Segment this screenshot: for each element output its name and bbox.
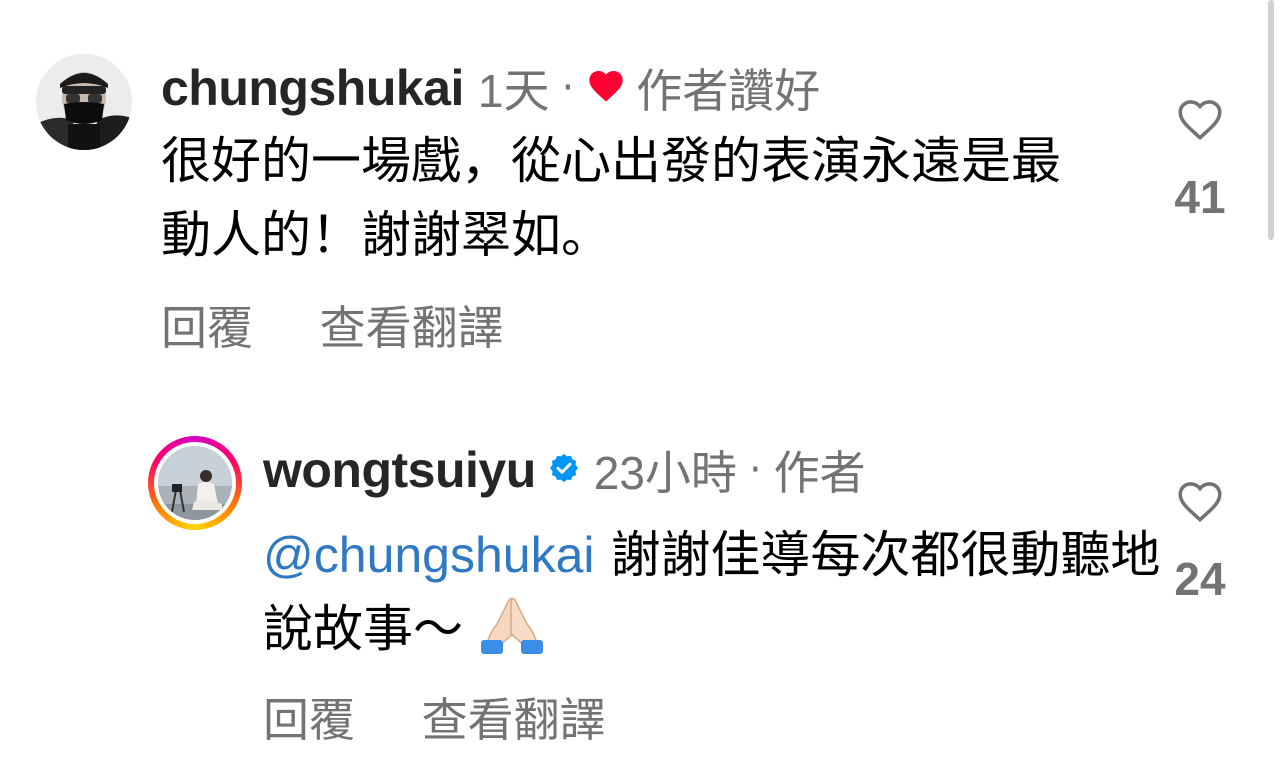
timestamp: 1天 — [477, 65, 550, 117]
separator: · — [748, 447, 762, 493]
heart-outline-icon[interactable] — [1175, 478, 1225, 524]
timestamp: 23小時 — [593, 447, 737, 499]
like-count: 41 — [1174, 171, 1226, 223]
username[interactable]: chungshukai — [161, 59, 464, 117]
heart-outline-icon[interactable] — [1175, 96, 1225, 142]
story-ring-avatar[interactable] — [148, 436, 242, 530]
comments-screen: chungshukai 1天 · 作者讚好 很好的一場戲，從心出發的表演永遠是最… — [0, 0, 1284, 780]
author-label: 作者 — [773, 447, 866, 499]
username[interactable]: wongtsuiyu — [263, 441, 536, 499]
heart-filled-icon — [586, 66, 626, 106]
comment-actions: 回覆 查看翻譯 — [161, 292, 556, 358]
like-count: 24 — [1174, 553, 1226, 605]
scrollbar[interactable] — [1268, 0, 1274, 240]
verified-badge-icon — [548, 452, 580, 484]
avatar — [158, 446, 232, 520]
folded-hands-emoji — [479, 594, 545, 654]
comment-header: chungshukai 1天 · 作者讚好 — [161, 56, 820, 120]
mention-link[interactable]: @chungshukai — [263, 527, 595, 583]
see-translation-button[interactable]: 查看翻譯 — [320, 301, 504, 355]
like-control: 24 — [1160, 478, 1240, 606]
comment-text: @chungshukai 謝謝佳導每次都很動聽地說故事～ — [263, 518, 1183, 666]
see-translation-button[interactable]: 查看翻譯 — [422, 693, 606, 747]
reply-button[interactable]: 回覆 — [263, 693, 355, 747]
like-control: 41 — [1160, 96, 1240, 224]
comment-text: 很好的一場戲，從心出發的表演永遠是最動人的！謝謝翠如。 — [161, 132, 1061, 264]
comment-actions: 回覆 查看翻譯 — [263, 684, 658, 750]
avatar[interactable] — [36, 54, 132, 150]
author-liked-label: 作者讚好 — [636, 65, 821, 117]
reply-button[interactable]: 回覆 — [161, 301, 253, 355]
separator: · — [561, 65, 575, 111]
comment-header: wongtsuiyu 23小時 · 作者 — [263, 438, 866, 502]
